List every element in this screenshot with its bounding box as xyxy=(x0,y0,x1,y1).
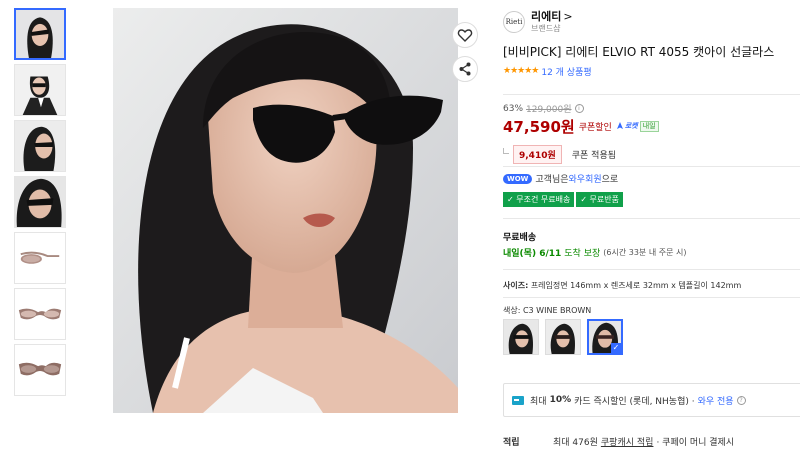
coupon-discount-label: 쿠폰할인 xyxy=(578,122,612,133)
heart-icon xyxy=(457,29,473,42)
brand-shop-label: 브랜드샵 xyxy=(531,24,561,33)
color-option-3-selected[interactable]: ✓ xyxy=(587,319,623,355)
wow-member-row: WOW 고객님은 와우회원 으로 xyxy=(503,172,618,185)
chevron-right-icon: > xyxy=(563,10,573,23)
shipping-title: 무료배송 xyxy=(503,233,537,243)
tomorrow-tag: 내일 xyxy=(639,120,659,132)
wow-member-link[interactable]: 와우회원 xyxy=(569,172,602,185)
thumbnail-6[interactable] xyxy=(14,288,66,340)
star-rating-icon: ★★★★★ xyxy=(503,66,539,76)
free-return-badge: ✓ 무료반품 xyxy=(576,192,623,207)
credit-card-icon xyxy=(512,395,524,405)
wishlist-heart-button[interactable] xyxy=(452,22,478,48)
free-shipping-badge: ✓ 무조건 무료배송 xyxy=(503,192,575,207)
divider xyxy=(503,94,800,95)
thumbnail-3[interactable] xyxy=(14,120,66,172)
color-options: ✓ xyxy=(503,319,629,355)
divider xyxy=(503,269,800,270)
product-title: [비비PICK] 리에티 ELVIO RT 4055 캣아이 선글라스 xyxy=(503,45,775,59)
discount-rate: 63% xyxy=(503,103,524,114)
thumbnail-7[interactable] xyxy=(14,344,66,396)
thumbnail-list xyxy=(14,8,68,400)
share-icon xyxy=(459,62,471,76)
main-product-image[interactable] xyxy=(113,8,458,413)
rocket-icon xyxy=(616,122,623,129)
share-button[interactable] xyxy=(452,56,478,82)
checkmark-icon: ✓ xyxy=(611,343,621,353)
coupon-amount: 9,410원 xyxy=(513,144,562,164)
sale-price: 47,590원 xyxy=(503,117,575,136)
review-count-link[interactable]: 12 개 상품평 xyxy=(541,65,591,78)
color-option-2[interactable] xyxy=(545,319,581,355)
help-icon[interactable]: ? xyxy=(736,395,746,405)
card-discount-banner[interactable]: 최대 10% 카드 즉시할인 (롯데, NH농협) · 와우 전용 ? xyxy=(503,383,800,417)
price-row: 47,590원 쿠폰할인 로켓 내일 xyxy=(503,116,659,136)
corner-arrow-icon xyxy=(503,148,509,154)
wow-badge: WOW xyxy=(503,173,533,184)
delivery-guarantee: 도착 보장 xyxy=(564,249,601,259)
color-option-1[interactable] xyxy=(503,319,539,355)
brand-logo[interactable]: Rieti xyxy=(503,11,525,33)
delivery-estimate: 내일(목) 6/11 도착 보장 (6시간 33분 내 주문 시) xyxy=(503,246,686,259)
brand-row[interactable]: Rieti 리에티 > 브랜드샵 xyxy=(503,6,800,38)
info-icon[interactable]: i xyxy=(574,104,584,113)
coupon-row: 9,410원 쿠폰 적용됨 xyxy=(503,144,616,164)
delivery-date: 내일(목) 6/11 xyxy=(503,249,562,259)
rating-row[interactable]: ★★★★★ 12 개 상품평 xyxy=(503,64,800,78)
brand-name[interactable]: 리에티 > xyxy=(531,10,573,23)
coupon-applied-text: 쿠폰 적용됨 xyxy=(571,150,617,161)
divider xyxy=(503,166,800,167)
coupang-cash-link[interactable]: 쿠팡캐시 적립 xyxy=(601,435,654,448)
order-cutoff: (6시간 33분 내 주문 시) xyxy=(603,248,687,257)
color-label: 색상: C3 WINE BROWN xyxy=(503,306,592,315)
rocket-delivery-badge: 로켓 내일 xyxy=(615,120,659,132)
points-label: 적립 xyxy=(503,438,520,448)
points-row: 적립 최대 476원 쿠팡캐시 적립 · 쿠페이 머니 결제시 xyxy=(503,435,734,448)
thumbnail-5[interactable] xyxy=(14,232,66,284)
divider xyxy=(503,218,800,219)
thumbnail-4[interactable] xyxy=(14,176,66,228)
size-info: 사이즈: 프레임정면 146mm x 렌즈세로 32mm x 템플길이 142m… xyxy=(503,281,742,290)
card-discount-rate: 10% xyxy=(549,395,572,405)
wow-benefits: ✓ 무조건 무료배송 ✓ 무료반품 xyxy=(503,192,625,207)
thumbnail-2[interactable] xyxy=(14,64,66,116)
divider xyxy=(503,297,800,298)
original-price: 129,000원 xyxy=(526,105,572,115)
wow-only-label: 와우 전용 xyxy=(697,396,734,407)
discount-row: 63% 129,000원 i xyxy=(503,102,584,115)
product-info-panel: Rieti 리에티 > 브랜드샵 [비비PICK] 리에티 ELVIO RT 40… xyxy=(503,6,800,448)
thumbnail-1[interactable] xyxy=(14,8,66,60)
